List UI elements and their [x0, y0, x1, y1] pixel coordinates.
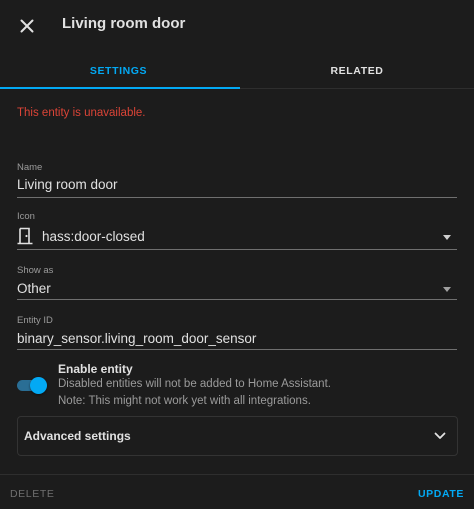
enable-entity-description: Disabled entities will not be added to H… [58, 378, 331, 390]
entity-id-label: Entity ID [17, 315, 53, 326]
close-icon [20, 19, 34, 33]
icon-label: Icon [17, 211, 35, 222]
update-button[interactable]: UPDATE [418, 488, 464, 500]
chevron-down-icon [434, 432, 446, 439]
show-as-select[interactable]: Show as Other [17, 264, 457, 300]
door-closed-icon [17, 227, 33, 245]
active-tab-indicator [0, 87, 240, 89]
icon-field[interactable]: Icon hass:door-closed [17, 211, 457, 250]
advanced-settings-label: Advanced settings [24, 429, 131, 443]
enable-entity-toggle[interactable] [17, 375, 47, 395]
tab-related[interactable]: RELATED [240, 52, 474, 89]
dialog-title: Living room door [62, 15, 186, 32]
show-as-value: Other [17, 281, 51, 296]
dialog-header: Living room door [0, 0, 474, 52]
toggle-knob [30, 377, 47, 394]
entity-unavailable-error: This entity is unavailable. [17, 107, 146, 119]
name-value: Living room door [17, 177, 118, 192]
enable-entity-title: Enable entity [58, 362, 133, 376]
name-field[interactable]: Name Living room door [17, 162, 457, 198]
close-button[interactable] [14, 13, 40, 39]
show-as-label: Show as [17, 265, 54, 276]
delete-button[interactable]: DELETE [10, 488, 54, 500]
tab-settings[interactable]: SETTINGS [0, 52, 237, 89]
tab-bar: SETTINGS RELATED [0, 52, 474, 89]
icon-value: hass:door-closed [42, 229, 145, 244]
entity-id-value: binary_sensor.living_room_door_sensor [17, 331, 257, 346]
chevron-down-icon [443, 287, 451, 292]
advanced-settings-expander[interactable]: Advanced settings [17, 416, 458, 456]
dialog-footer: DELETE UPDATE [0, 474, 474, 509]
enable-entity-note: Note: This might not work yet with all i… [58, 395, 311, 407]
name-label: Name [17, 162, 43, 173]
entity-id-field[interactable]: Entity ID binary_sensor.living_room_door… [17, 314, 457, 350]
chevron-down-icon[interactable] [443, 235, 451, 240]
